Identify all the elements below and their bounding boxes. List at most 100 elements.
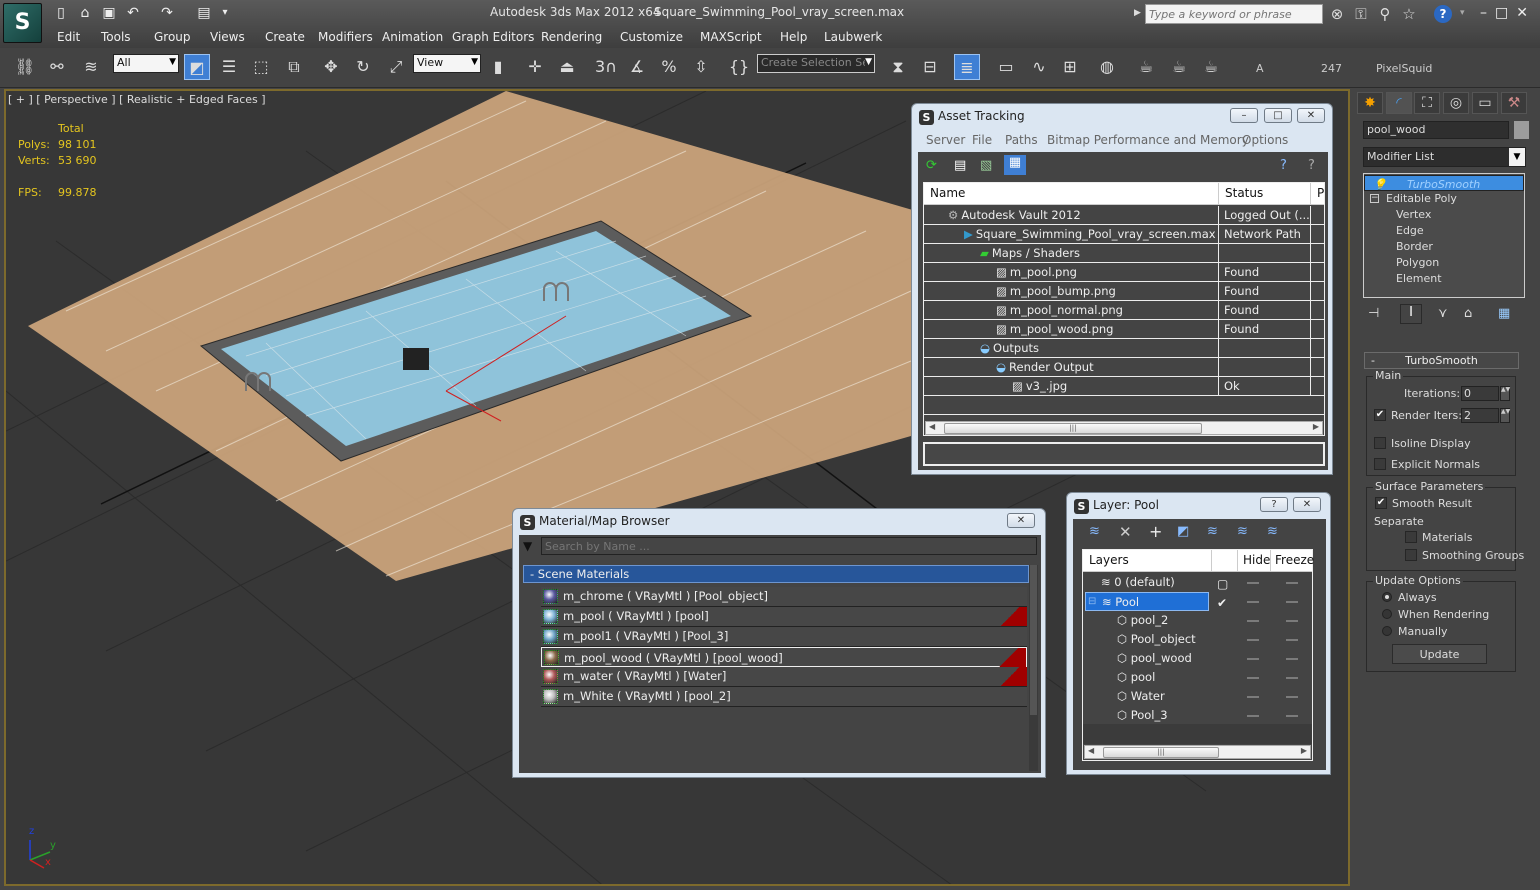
help-button[interactable]: ? — [1260, 497, 1288, 512]
update-when-rendering-radio[interactable] — [1382, 609, 1392, 619]
mirror-icon[interactable]: ⧗ — [885, 54, 911, 80]
col-hide[interactable]: Hide — [1237, 550, 1270, 572]
menu-views[interactable]: Views — [210, 30, 245, 44]
snaps-toggle-icon[interactable]: 3∩ — [593, 54, 619, 80]
configure-modifier-sets-icon[interactable]: ▦ — [1498, 306, 1510, 321]
table-view-icon[interactable]: ▦ — [1004, 155, 1026, 175]
hide-toggle[interactable] — [1247, 582, 1259, 584]
pin-stack-icon[interactable]: ⊣ — [1368, 306, 1379, 321]
hide-toggle[interactable] — [1247, 658, 1259, 660]
highlight-layer-icon[interactable]: ≋ — [1207, 524, 1218, 539]
key-icon[interactable]: ⚿ — [1352, 5, 1370, 23]
render-setup-icon[interactable]: ☕ — [1133, 54, 1159, 80]
named-selection-dropdown[interactable]: Create Selection Se ▼ — [757, 54, 875, 73]
select-object-icon[interactable]: ◩ — [184, 54, 210, 80]
material-item[interactable]: m_chrome ( VRayMtl ) [Pool_object] — [541, 587, 1027, 607]
explicit-normals-checkbox[interactable] — [1374, 458, 1386, 470]
window-crossing-icon[interactable]: ⧉ — [281, 54, 307, 80]
align-icon[interactable]: ⊟ — [917, 54, 943, 80]
make-unique-icon[interactable]: ⋎ — [1438, 306, 1448, 321]
keyboard-shortcut-icon[interactable]: ⏏ — [554, 54, 580, 80]
help-dropdown-icon[interactable]: ▾ — [1460, 8, 1465, 18]
minimize-button[interactable]: – — [1230, 108, 1258, 123]
freeze-unfreeze-all-icon[interactable]: ≋ — [1267, 524, 1278, 539]
hide-unhide-all-icon[interactable]: ≋ — [1237, 524, 1248, 539]
iterations-spinner-arrows[interactable]: ▲▼ — [1500, 386, 1510, 401]
separate-smoothing-groups-checkbox[interactable] — [1405, 549, 1417, 561]
modify-tab-icon[interactable]: ◜ — [1386, 92, 1412, 114]
viewport-label[interactable]: [ + ] [ Perspective ] [ Realistic + Edge… — [8, 93, 266, 106]
material-search-input[interactable] — [541, 537, 1037, 555]
select-by-name-icon[interactable]: ☰ — [216, 54, 242, 80]
update-button[interactable]: Update — [1392, 644, 1487, 664]
stack-item-border[interactable]: Border — [1364, 239, 1524, 255]
hide-toggle[interactable] — [1247, 620, 1259, 622]
binoculars-icon[interactable]: ⊗ — [1328, 5, 1346, 23]
material-item[interactable]: m_White ( VRayMtl ) [pool_2] — [541, 687, 1027, 707]
new-layer-icon[interactable]: ≋ — [1089, 524, 1100, 539]
percent-snap-icon[interactable]: % — [656, 54, 682, 80]
render-production-icon[interactable]: ☕ — [1198, 54, 1224, 80]
freeze-toggle[interactable] — [1286, 696, 1298, 698]
tree-view-icon[interactable]: ▧ — [980, 158, 992, 173]
rotate-icon[interactable]: ↻ — [350, 54, 376, 80]
expand-search-icon[interactable]: ▶ — [1134, 8, 1141, 18]
context-help-icon[interactable]: ? — [1308, 158, 1315, 173]
set-current-layer-checkbox[interactable]: ▢ — [1217, 575, 1228, 593]
close-button[interactable]: ✕ — [1297, 108, 1325, 123]
layer-object-row[interactable]: ⬡ Pool_object — [1083, 630, 1311, 649]
curve-editor-icon[interactable]: ∿ — [1026, 54, 1052, 80]
asset-row[interactable]: ▨ m_pool.png Found — [924, 263, 1324, 282]
layer-manager-icon[interactable]: ≣ — [954, 54, 980, 80]
update-always-radio[interactable] — [1382, 592, 1392, 602]
asset-path-field[interactable] — [923, 442, 1325, 466]
stack-item-editable-poly[interactable]: − Editable Poly — [1364, 191, 1524, 207]
new-file-icon[interactable]: ▯ — [52, 5, 70, 21]
layer-row[interactable]: ≋ 0 (default) ▢ — [1083, 573, 1311, 592]
schematic-view-icon[interactable]: ⊞ — [1057, 54, 1083, 80]
motion-tab-icon[interactable]: ◎ — [1443, 92, 1469, 114]
create-tab-icon[interactable]: ✸ — [1357, 92, 1383, 114]
bind-space-warp-icon[interactable]: ≋ — [78, 54, 104, 80]
redo-icon[interactable]: ↷ — [158, 5, 176, 21]
turbosmooth-rollout-header[interactable]: - TurboSmooth — [1364, 352, 1519, 369]
freeze-toggle[interactable] — [1286, 639, 1298, 641]
save-icon[interactable]: ▣ — [100, 5, 118, 21]
hide-toggle[interactable] — [1247, 677, 1259, 679]
move-icon[interactable]: ✥ — [318, 54, 344, 80]
close-button[interactable]: ✕ — [1293, 497, 1321, 512]
col-status[interactable]: Status — [1218, 183, 1263, 205]
scene-explorer-icon[interactable]: ▭ — [993, 54, 1019, 80]
show-end-result-icon[interactable]: I — [1400, 304, 1422, 324]
modifier-list-dropdown[interactable]: Modifier List ▼ — [1363, 147, 1526, 167]
add-to-layer-icon[interactable]: + — [1149, 522, 1162, 541]
asset-row[interactable]: ▨ m_pool_wood.png Found — [924, 320, 1324, 339]
undo-icon[interactable]: ↶ — [124, 5, 142, 21]
menu-help[interactable]: Help — [780, 30, 807, 44]
menu-customize[interactable]: Customize — [620, 30, 683, 44]
satellite-icon[interactable]: ⚲ — [1376, 5, 1394, 23]
stack-item-turbosmooth[interactable]: 💡 TurboSmooth — [1364, 175, 1524, 191]
stack-item-edge[interactable]: Edge — [1364, 223, 1524, 239]
maximize-button[interactable]: □ — [1264, 108, 1292, 123]
ref-coord-dropdown[interactable]: View ▼ — [413, 54, 481, 73]
freeze-toggle[interactable] — [1286, 658, 1298, 660]
asset-row[interactable]: ◒ Outputs — [924, 339, 1324, 358]
freeze-toggle[interactable] — [1286, 677, 1298, 679]
col-layers[interactable]: Layers — [1089, 550, 1129, 570]
material-vertical-scrollbar[interactable] — [1029, 565, 1038, 771]
smooth-result-checkbox[interactable]: ✔ — [1375, 497, 1387, 509]
spinner-snap-icon[interactable]: ⇳ — [688, 54, 714, 80]
collapse-icon[interactable]: ⊟ — [1088, 593, 1096, 611]
menu-group[interactable]: Group — [154, 30, 191, 44]
hierarchy-tab-icon[interactable]: ⛶ — [1414, 92, 1440, 114]
customize-qat-icon[interactable]: ▾ — [216, 5, 234, 21]
menu-edit[interactable]: Edit — [57, 30, 80, 44]
open-file-icon[interactable]: ⌂ — [76, 5, 94, 21]
layer-horizontal-scrollbar[interactable]: ◀ ||| ▶ — [1084, 745, 1311, 759]
project-folder-icon[interactable]: ▤ — [195, 5, 213, 21]
menu-maxscript[interactable]: MAXScript — [700, 30, 762, 44]
asset-menu-options[interactable]: Options — [1242, 133, 1288, 147]
asset-row[interactable]: ▶ Square_Swimming_Pool_vray_screen.max Net… — [924, 225, 1324, 244]
material-editor-icon[interactable]: ◍ — [1094, 54, 1120, 80]
